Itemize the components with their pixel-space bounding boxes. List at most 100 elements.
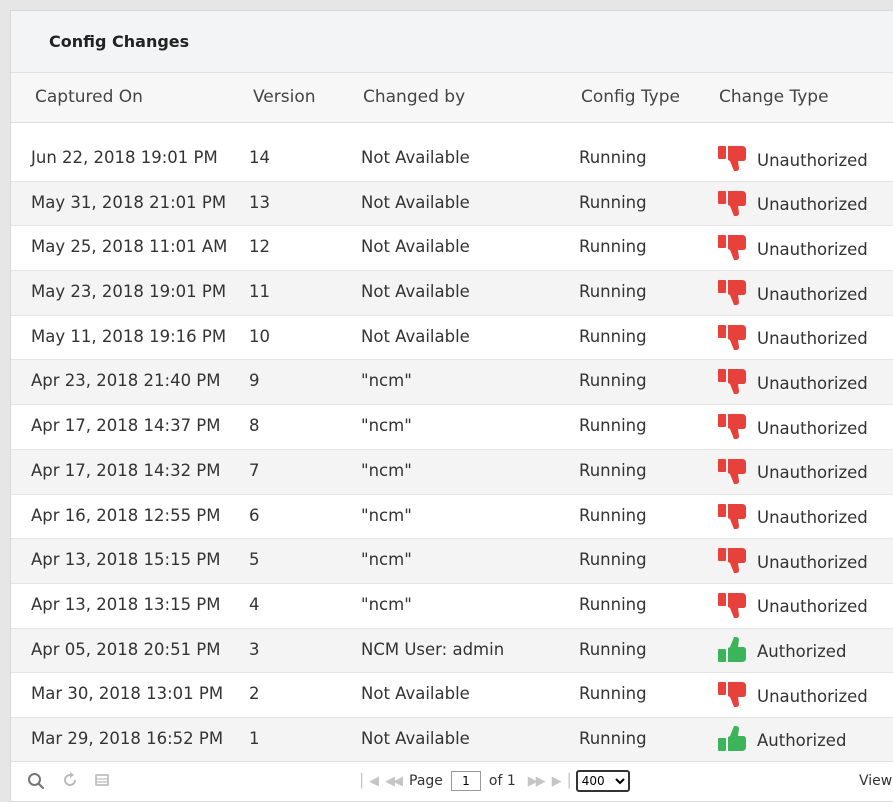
export-icon[interactable] — [95, 772, 109, 791]
cell-captured-on[interactable]: May 31, 2018 21:01 PM — [31, 193, 226, 212]
config-changes-panel: Config Changes Captured On Version Chang… — [10, 10, 893, 802]
cell-config-type: Running — [579, 416, 647, 436]
column-header-changed-by[interactable]: Changed by — [363, 87, 465, 107]
first-page-icon[interactable]: ▏◀ — [361, 774, 379, 789]
cell-changed-by: Not Available — [361, 728, 470, 748]
cell-captured-on[interactable]: Apr 16, 2018 12:55 PM — [31, 506, 221, 525]
table-row[interactable]: Apr 13, 2018 13:15 PM 4 "ncm" Running Unauth… — [11, 584, 893, 629]
cell-config-type: Running — [579, 192, 647, 212]
thumbs-down-icon — [717, 280, 757, 306]
change-type-label: Unauthorized — [757, 239, 868, 259]
table-row[interactable]: Jun 22, 2018 19:01 PM 14 Not Available Runn… — [11, 137, 893, 182]
change-type-label: Authorized — [757, 731, 847, 751]
cell-change-type: Unauthorized — [717, 503, 868, 530]
table-row[interactable]: May 23, 2018 19:01 PM 11 Not Available Runn… — [11, 271, 893, 316]
thumbs-down-icon — [717, 369, 757, 395]
cell-change-type: Unauthorized — [717, 146, 868, 172]
cell-version: 10 — [249, 326, 270, 346]
page-number-input[interactable] — [450, 771, 481, 791]
cell-change-type: Unauthorized — [717, 369, 868, 395]
change-type-label: Unauthorized — [757, 508, 868, 527]
table-row[interactable]: May 31, 2018 21:01 PM 13 Not Available Runn… — [11, 181, 893, 227]
cell-change-type: Unauthorized — [717, 324, 868, 351]
cell-changed-by: "ncm" — [361, 594, 412, 614]
cell-config-type: Running — [579, 460, 647, 480]
thumbs-down-icon — [717, 324, 757, 351]
thumbs-down-icon — [717, 190, 757, 217]
page-size-select[interactable]: 400 — [575, 770, 630, 792]
table-row[interactable]: Apr 16, 2018 12:55 PM 6 "ncm" Running Unauth… — [11, 495, 893, 540]
cell-captured-on[interactable]: Mar 30, 2018 13:01 PM — [31, 684, 223, 703]
cell-changed-by: "ncm" — [361, 371, 412, 391]
thumbs-down-icon — [717, 503, 757, 530]
cell-config-type: Running — [579, 148, 647, 167]
last-page-icon[interactable]: ▶▕ — [552, 774, 570, 789]
next-page-icon[interactable]: ▶▶ — [528, 774, 546, 789]
cell-captured-on[interactable]: May 11, 2018 19:16 PM — [31, 327, 226, 346]
cell-changed-by: Not Available — [361, 148, 470, 167]
table-row[interactable]: Apr 17, 2018 14:37 PM 8 "ncm" Running Unauth… — [11, 405, 893, 450]
table-row[interactable]: Apr 05, 2018 20:51 PM 3 NCM User: admin Run… — [11, 628, 893, 674]
cell-config-type: Running — [579, 505, 647, 525]
cell-version: 12 — [249, 237, 270, 257]
cell-version: 4 — [249, 594, 260, 614]
cell-captured-on[interactable]: Apr 17, 2018 14:37 PM — [31, 416, 221, 435]
thumbs-down-icon — [717, 458, 757, 485]
view-label: View — [859, 773, 893, 789]
cell-config-type: Running — [579, 728, 647, 748]
change-type-label: Unauthorized — [757, 463, 868, 483]
table-row[interactable]: Apr 23, 2018 21:40 PM 9 "ncm" Running Unauth… — [11, 360, 893, 406]
cell-changed-by: Not Available — [361, 237, 470, 257]
thumbs-down-icon — [717, 146, 757, 172]
cell-change-type: Unauthorized — [717, 190, 868, 217]
cell-changed-by: "ncm" — [361, 416, 412, 436]
thumbs-down-icon — [717, 682, 757, 708]
cell-captured-on[interactable]: Jun 22, 2018 19:01 PM — [31, 148, 218, 167]
thumbs-down-icon — [717, 592, 757, 619]
cell-change-type: Unauthorized — [717, 235, 868, 261]
cell-changed-by: Not Available — [361, 192, 470, 212]
column-header-version[interactable]: Version — [253, 87, 316, 107]
table-footer: ▏◀ ◀◀ Page of 1 ▶▶ ▶▕ 400 View — [11, 761, 893, 801]
cell-captured-on[interactable]: May 23, 2018 19:01 PM — [31, 282, 226, 301]
cell-config-type: Running — [579, 326, 647, 346]
table-row[interactable]: Apr 13, 2018 15:15 PM 5 "ncm" Running Unauth… — [11, 539, 893, 584]
thumbs-up-icon — [717, 725, 757, 753]
change-type-label: Unauthorized — [757, 597, 868, 617]
change-type-label: Unauthorized — [757, 373, 868, 393]
table-row[interactable]: May 25, 2018 11:01 AM 12 Not Available Runn… — [11, 226, 893, 272]
thumbs-up-icon — [717, 636, 757, 664]
cell-captured-on[interactable]: Apr 17, 2018 14:32 PM — [31, 461, 221, 480]
change-type-label: Unauthorized — [757, 686, 868, 706]
column-header-change-type[interactable]: Change Type — [719, 87, 829, 107]
cell-version: 7 — [249, 460, 260, 480]
search-icon[interactable] — [27, 772, 45, 794]
cell-captured-on[interactable]: May 25, 2018 11:01 AM — [31, 237, 227, 256]
cell-version: 1 — [249, 728, 260, 748]
cell-captured-on[interactable]: Mar 29, 2018 16:52 PM — [31, 729, 223, 748]
thumbs-down-icon — [717, 414, 757, 440]
cell-config-type: Running — [579, 684, 647, 704]
table-row[interactable]: May 11, 2018 19:16 PM 10 Not Available Runn… — [11, 316, 893, 361]
cell-version: 14 — [249, 148, 270, 167]
previous-page-icon[interactable]: ◀◀ — [385, 774, 403, 789]
cell-config-type: Running — [579, 282, 647, 302]
change-type-label: Unauthorized — [757, 552, 868, 572]
cell-change-type: Authorized — [717, 725, 847, 753]
cell-captured-on[interactable]: Apr 13, 2018 13:15 PM — [31, 595, 221, 614]
cell-version: 11 — [249, 282, 270, 302]
column-header-captured-on[interactable]: Captured On — [35, 87, 143, 107]
table-row[interactable]: Apr 17, 2018 14:32 PM 7 "ncm" Running Unauth… — [11, 449, 893, 495]
cell-captured-on[interactable]: Apr 23, 2018 21:40 PM — [31, 371, 221, 390]
cell-change-type: Unauthorized — [717, 458, 868, 485]
column-header-config-type[interactable]: Config Type — [581, 87, 680, 107]
cell-captured-on[interactable]: Apr 13, 2018 15:15 PM — [31, 550, 221, 569]
table-row[interactable]: Mar 29, 2018 16:52 PM 1 Not Available Runni… — [11, 717, 893, 763]
cell-version: 9 — [249, 371, 260, 391]
table-row[interactable]: Mar 30, 2018 13:01 PM 2 Not Available Runni… — [11, 673, 893, 718]
change-type-label: Unauthorized — [757, 418, 868, 438]
change-type-label: Unauthorized — [757, 329, 868, 349]
refresh-icon[interactable] — [63, 772, 77, 792]
cell-captured-on[interactable]: Apr 05, 2018 20:51 PM — [31, 640, 221, 659]
cell-changed-by: NCM User: admin — [361, 639, 505, 659]
